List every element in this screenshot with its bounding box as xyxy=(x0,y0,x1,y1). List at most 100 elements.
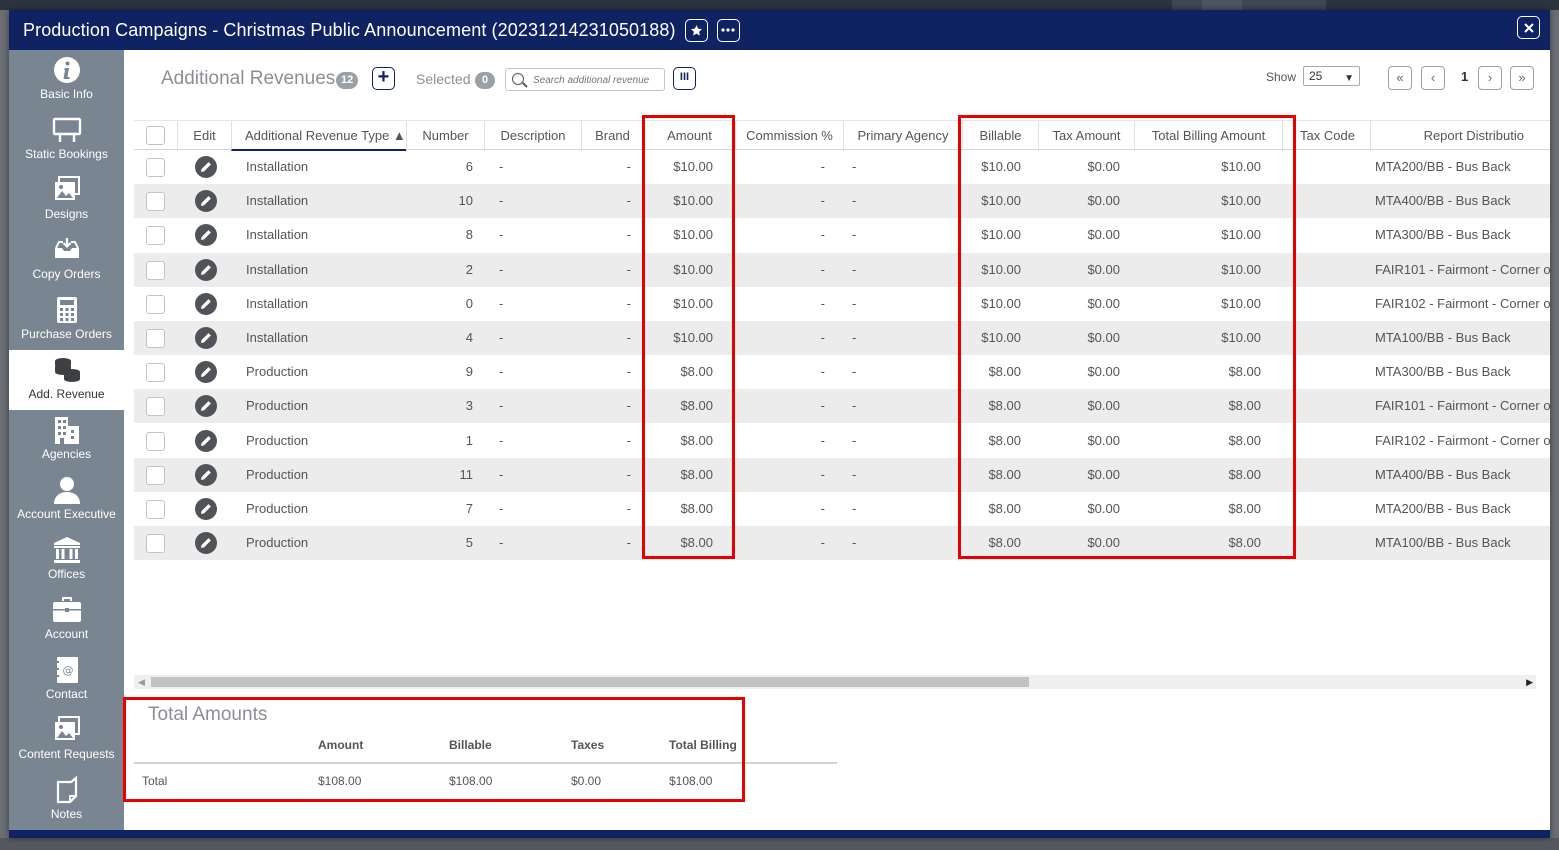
columns-button[interactable]: III xyxy=(673,67,696,90)
cell-number: 8 xyxy=(465,227,473,243)
table-row[interactable]: Production 7 - - $8.00 - - $8.00 $0.00 $8.00 MTA20… xyxy=(134,492,1550,526)
cell-tax-amount: $0.00 xyxy=(1087,364,1120,380)
inbox-download-icon xyxy=(55,238,79,258)
sidebar-item-notes[interactable]: Notes xyxy=(9,770,124,830)
add-revenue-button[interactable]: + xyxy=(372,67,395,90)
edit-row-button[interactable] xyxy=(195,532,217,555)
table-row[interactable]: Production 11 - - $8.00 - - $8.00 $0.00 $8.00 MTA4… xyxy=(134,457,1550,492)
column-header-type[interactable]: Additional Revenue Type ▲ xyxy=(231,121,406,151)
edit-row-button[interactable] xyxy=(195,190,217,213)
cell-tax-amount: $0.00 xyxy=(1087,535,1120,551)
edit-row-button[interactable] xyxy=(195,156,217,178)
column-header-primary-agency[interactable]: Primary Agency xyxy=(843,121,962,151)
edit-row-button[interactable] xyxy=(195,327,217,349)
cell-number: 3 xyxy=(465,398,473,414)
cell-type: Installation xyxy=(246,295,309,311)
column-header-billable[interactable]: Billable xyxy=(962,121,1038,151)
column-header-amount[interactable]: Amount xyxy=(643,121,735,151)
sidebar-item-content-requests[interactable]: Content Requests xyxy=(9,710,124,770)
cell-total-billing: $10.00 xyxy=(1221,159,1261,174)
prev-page-button[interactable]: ‹ xyxy=(1421,66,1445,90)
row-checkbox[interactable] xyxy=(146,431,165,451)
sidebar-item-label: Account Executive xyxy=(17,507,116,521)
table-row[interactable]: Production 5 - - $8.00 - - $8.00 $0.00 $8.00 MTA10… xyxy=(134,526,1550,560)
column-header-tax-code[interactable]: Tax Code xyxy=(1282,121,1370,151)
cell-description: - xyxy=(499,227,504,243)
row-checkbox[interactable] xyxy=(146,465,165,485)
row-checkbox[interactable] xyxy=(146,500,165,519)
table-row[interactable]: Installation 2 - - $10.00 - - $10.00 $0.00 $10.00… xyxy=(134,252,1550,287)
sidebar-item-basic-info[interactable]: Basic Info xyxy=(9,50,124,110)
scroll-left-icon[interactable]: ◀ xyxy=(138,677,145,688)
sidebar-item-label: Add. Revenue xyxy=(28,387,105,401)
image-icon xyxy=(55,176,80,200)
row-checkbox[interactable] xyxy=(146,397,165,417)
table-row[interactable]: Production 1 - - $8.00 - - $8.00 $0.00 $8.00 FAIR1… xyxy=(134,424,1550,458)
edit-row-button[interactable] xyxy=(195,498,217,520)
row-checkbox[interactable] xyxy=(146,534,165,554)
edit-row-button[interactable] xyxy=(195,224,217,247)
column-header-commission[interactable]: Commission % xyxy=(735,121,843,151)
sidebar-item-purchase-orders[interactable]: Purchase Orders xyxy=(9,290,124,350)
cell-total-billing: $10.00 xyxy=(1221,295,1261,311)
table-row[interactable]: Installation 6 - - $10.00 - - $10.00 $0.00 $10.00… xyxy=(134,150,1550,184)
sidebar-item-add-revenue[interactable]: Add. Revenue xyxy=(9,350,124,410)
first-page-button[interactable]: « xyxy=(1388,66,1412,90)
edit-row-button[interactable] xyxy=(195,258,217,281)
column-header-total-billing[interactable]: Total Billing Amount xyxy=(1134,121,1282,151)
building-icon xyxy=(55,417,79,444)
table-row[interactable]: Production 9 - - $8.00 - - $8.00 $0.00 $8.00 MTA30… xyxy=(134,355,1550,389)
sidebar-item-account[interactable]: Account xyxy=(9,590,124,650)
row-checkbox[interactable] xyxy=(146,226,165,246)
table-row[interactable]: Production 3 - - $8.00 - - $8.00 $0.00 $8.00 FAIR1… xyxy=(134,389,1550,424)
sidebar-item-static-bookings[interactable]: Static Bookings xyxy=(9,110,124,170)
edit-row-button[interactable] xyxy=(195,463,217,486)
close-button[interactable] xyxy=(1517,16,1540,39)
sidebar-item-account-executive[interactable]: Account Executive xyxy=(9,470,124,530)
sidebar-item-copy-orders[interactable]: Copy Orders xyxy=(9,230,124,290)
row-checkbox[interactable] xyxy=(146,158,165,177)
sidebar-item-offices[interactable]: Offices xyxy=(9,530,124,590)
last-page-button[interactable]: » xyxy=(1510,66,1534,90)
person-icon xyxy=(54,477,80,504)
column-header-brand[interactable]: Brand xyxy=(581,121,643,151)
row-checkbox[interactable] xyxy=(146,260,165,280)
table-row[interactable]: Installation 0 - - $10.00 - - $10.00 $0.00 $10.00… xyxy=(134,287,1550,321)
sidebar-item-label: Contact xyxy=(45,687,88,701)
pencil-icon xyxy=(201,264,211,275)
select-all-checkbox[interactable] xyxy=(146,126,165,145)
edit-row-button[interactable] xyxy=(195,429,217,452)
sidebar-item-designs[interactable]: Designs xyxy=(9,170,124,230)
row-checkbox[interactable] xyxy=(146,294,165,314)
search-input[interactable] xyxy=(533,72,661,88)
cell-total-billing: $10.00 xyxy=(1221,261,1261,277)
scroll-right-icon[interactable]: ▶ xyxy=(1526,677,1533,688)
table-row[interactable]: Installation 10 - - $10.00 - - $10.00 $0.00 $10.0… xyxy=(134,184,1550,219)
next-page-button[interactable]: › xyxy=(1478,66,1502,90)
page-size-select[interactable]: 25 ▼ xyxy=(1303,66,1360,86)
column-header-report-distribution[interactable]: Report Distributio xyxy=(1370,121,1550,151)
favorite-button[interactable] xyxy=(684,18,708,42)
column-header-number[interactable]: Number xyxy=(406,121,484,151)
sidebar-item-agencies[interactable]: Agencies xyxy=(9,410,124,470)
cell-report-distribution: MTA200/BB - Bus Back xyxy=(1375,159,1511,174)
row-checkbox[interactable] xyxy=(146,192,165,212)
edit-row-button[interactable] xyxy=(195,395,217,418)
row-checkbox[interactable] xyxy=(146,363,165,383)
cell-brand: - xyxy=(626,159,631,174)
table-row[interactable]: Installation 8 - - $10.00 - - $10.00 $0.00 $10.00… xyxy=(134,218,1550,252)
column-header-tax-amount[interactable]: Tax Amount xyxy=(1038,121,1134,151)
totals-billable: $108.00 xyxy=(449,774,493,788)
cell-amount: $8.00 xyxy=(680,501,713,516)
sidebar-item-contact[interactable]: @ Contact xyxy=(9,650,124,710)
horizontal-scrollbar[interactable]: ◀ ▶ xyxy=(134,675,1536,689)
more-options-button[interactable] xyxy=(716,18,740,42)
cell-number: 11 xyxy=(459,466,474,482)
edit-row-button[interactable] xyxy=(195,292,217,315)
column-header-description[interactable]: Description xyxy=(484,121,581,151)
table-row[interactable]: Installation 4 - - $10.00 - - $10.00 $0.00 $10.00… xyxy=(134,321,1550,355)
scrollbar-thumb[interactable] xyxy=(151,677,1029,687)
edit-row-button[interactable] xyxy=(195,361,217,384)
cell-number: 0 xyxy=(465,295,473,311)
row-checkbox[interactable] xyxy=(146,329,165,348)
